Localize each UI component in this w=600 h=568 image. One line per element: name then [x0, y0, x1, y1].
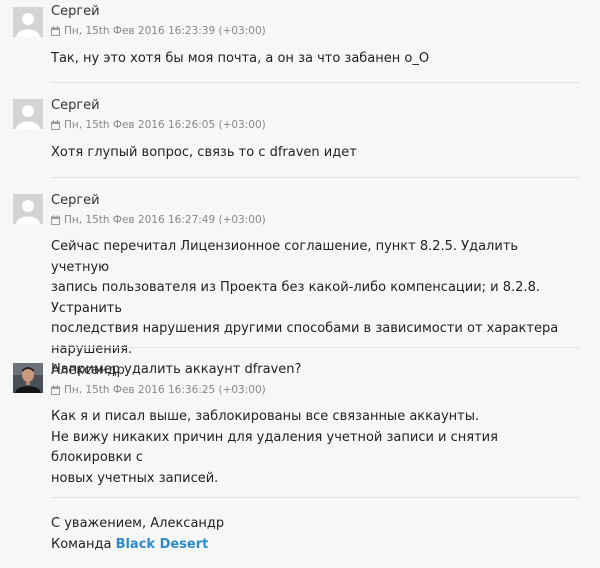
comment-text-line: Как я и писал выше, заблокированы все св…: [51, 409, 480, 424]
comment-date-text: Пн, 15th Фев 2016 16:23:39 (+03:00): [64, 25, 266, 37]
comment-date: Пн, 15th Фев 2016 16:36:25 (+03:00): [51, 383, 266, 399]
comment-author: Сергей: [51, 4, 100, 19]
default-avatar-icon[interactable]: [13, 99, 43, 129]
comment-body: Как я и писал выше, заблокированы все св…: [51, 407, 571, 489]
comment-date-text: Пн, 15th Фев 2016 16:36:25 (+03:00): [64, 384, 266, 396]
comment-divider: [51, 177, 580, 178]
signature-regards: С уважением, Александр: [51, 516, 225, 531]
comment-author: Александр: [51, 363, 125, 378]
comment-body: Хотя глупый вопрос, связь то с dfraven и…: [51, 143, 571, 164]
calendar-icon: [51, 120, 60, 134]
black-desert-link[interactable]: Black Desert: [116, 537, 209, 552]
comment-divider: [51, 82, 580, 83]
comment-text-line: Не вижу никаких причин для удаления учет…: [51, 429, 498, 466]
calendar-icon: [51, 26, 60, 40]
signature-divider: [51, 497, 580, 498]
comment-text-line: нарушения.: [51, 341, 133, 357]
comment-text-line: последствия нарушения другими способами …: [51, 321, 559, 336]
user-photo[interactable]: [13, 363, 43, 393]
default-avatar-icon[interactable]: [13, 194, 43, 224]
comment-author: Сергей: [51, 98, 100, 113]
comment-date: Пн, 15th Фев 2016 16:23:39 (+03:00): [51, 24, 266, 40]
comment-date: Пн, 15th Фев 2016 16:27:49 (+03:00): [51, 213, 266, 229]
default-avatar-icon[interactable]: [13, 7, 43, 37]
signature-team-prefix: Команда: [51, 536, 112, 552]
comment-text-line: новых учетных записей.: [51, 470, 219, 486]
comment: Александр Пн, 15th Фев 2016 16:36:25 (+0…: [0, 358, 600, 568]
comment-text-line: Сейчас перечитал Лицензионное соглашение…: [51, 239, 519, 275]
comment: Сергей Пн, 15th Фев 2016 16:27:49 (+03:0…: [0, 189, 600, 377]
comment-divider: [51, 347, 580, 348]
signature-team: Команда Black Desert: [51, 535, 571, 556]
comment-text-line: Так, ну это хотя бы моя почта, а он за ч…: [51, 51, 430, 66]
comment-date-text: Пн, 15th Фев 2016 16:27:49 (+03:00): [64, 214, 266, 226]
comment-body: Так, ну это хотя бы моя почта, а он за ч…: [51, 49, 571, 70]
comment-text-line: запись пользователя из Проекта без какой…: [51, 280, 540, 316]
comment-date: Пн, 15th Фев 2016 16:26:05 (+03:00): [51, 118, 266, 134]
calendar-icon: [51, 215, 60, 229]
calendar-icon: [51, 385, 60, 399]
comment-author: Сергей: [51, 193, 100, 208]
comment-text-line: Хотя глупый вопрос, связь то с dfraven и…: [51, 145, 357, 160]
comment-date-text: Пн, 15th Фев 2016 16:26:05 (+03:00): [64, 119, 266, 131]
comment: Сергей Пн, 15th Фев 2016 16:23:39 (+03:0…: [0, 0, 600, 85]
signature: С уважением, Александр Команда Black Des…: [51, 514, 571, 555]
comment: Сергей Пн, 15th Фев 2016 16:26:05 (+03:0…: [0, 94, 600, 179]
